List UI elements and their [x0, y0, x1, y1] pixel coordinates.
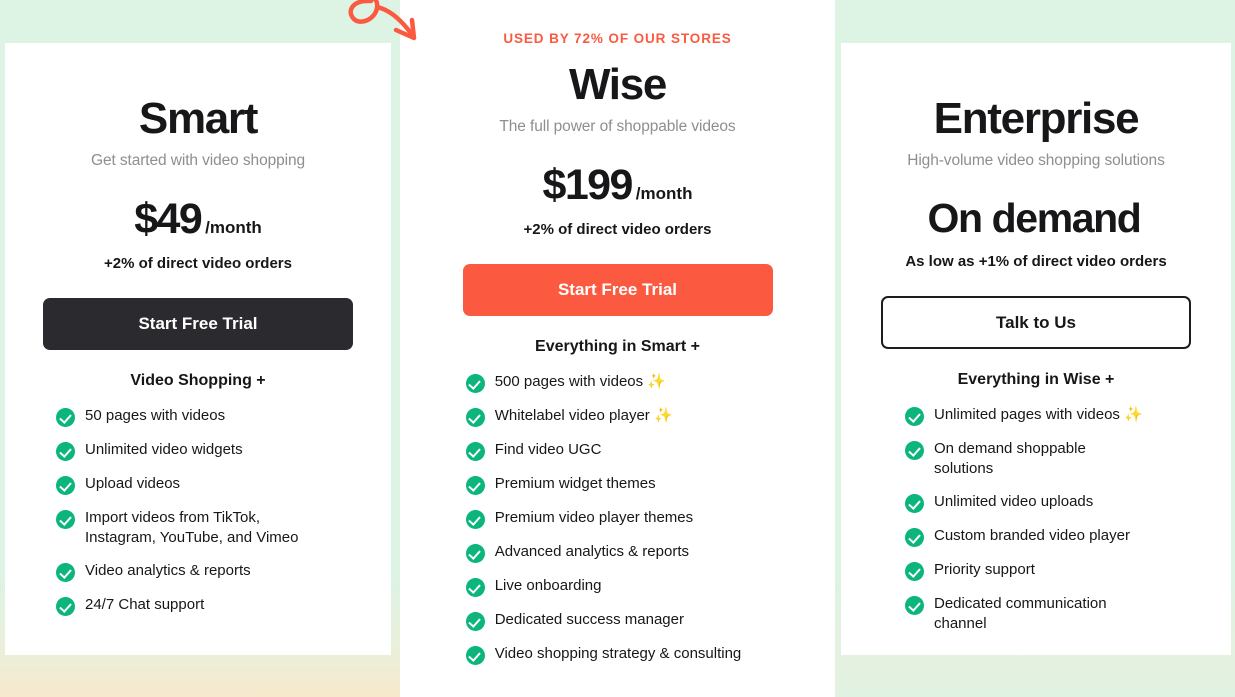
feature-label: Unlimited video uploads [934, 492, 1094, 510]
check-icon [465, 442, 485, 462]
check-icon [465, 476, 485, 496]
check-icon [56, 510, 75, 530]
feature-label: Premium widget themes [494, 475, 656, 493]
check-icon [905, 441, 924, 461]
features-list: 500 pages with videos ✨ Whitelabel video… [465, 372, 742, 678]
feature-item: Find video UGC [465, 440, 742, 462]
feature-item: Whitelabel video player ✨ [465, 406, 742, 428]
feature-item: Dedicated success manager [465, 610, 742, 632]
feature-item: Unlimited pages with videos ✨ [905, 405, 1149, 427]
feature-label: Unlimited pages with videos ✨ [934, 406, 1143, 424]
plan-name: Enterprise [933, 94, 1140, 143]
popular-badge: USED BY 72% OF OUR STORES [503, 31, 732, 46]
plan-name: Wise [568, 60, 667, 109]
feature-item: Advanced analytics & reports [465, 542, 742, 564]
feature-item: Live onboarding [465, 576, 742, 598]
feature-label: Custom branded video player [934, 526, 1130, 544]
check-icon [56, 562, 75, 582]
pricing-card-wise: USED BY 72% OF OUR STORES Wise The full … [400, 0, 835, 697]
feature-label: Video analytics & reports [85, 561, 251, 579]
feature-label: Dedicated success manager [494, 611, 684, 629]
check-icon [465, 374, 485, 394]
check-icon [465, 646, 485, 666]
check-icon [56, 442, 75, 462]
feature-label: Dedicated communication channel [934, 594, 1107, 632]
plan-price-note: As low as +1% of direct video orders [905, 253, 1167, 271]
features-list: Unlimited pages with videos ✨ On demand … [905, 405, 1149, 646]
check-icon [905, 595, 924, 615]
plan-price: On demand [927, 195, 1142, 242]
feature-item: Upload videos [56, 474, 310, 496]
check-icon [905, 407, 924, 427]
features-heading: Video Shopping + [130, 372, 266, 390]
feature-item: 24/7 Chat support [56, 595, 310, 616]
plan-price-note: +2% of direct video orders [523, 221, 712, 239]
feature-item: Import videos from TikTok, Instagram, Yo… [56, 508, 310, 548]
check-icon [56, 596, 75, 616]
plan-price-period: /month [205, 218, 262, 238]
check-icon [465, 578, 485, 598]
check-icon [905, 493, 924, 513]
check-icon [56, 476, 75, 496]
feature-label: Whitelabel video player ✨ [494, 407, 673, 425]
feature-label: On demand shoppable solutions [934, 440, 1086, 477]
feature-label: Upload videos [85, 475, 181, 493]
plan-subtitle: Get started with video shopping [90, 152, 306, 170]
feature-item: Unlimited video uploads [905, 492, 1149, 513]
plan-price-row: $49 /month [5, 195, 391, 244]
features-heading: Everything in Smart + [535, 338, 700, 356]
check-icon [905, 561, 924, 581]
feature-item: Priority support [905, 560, 1149, 581]
feature-item: Video analytics & reports [56, 561, 310, 582]
plan-name: Smart [138, 94, 259, 143]
feature-item: 50 pages with videos [56, 406, 310, 428]
talk-to-us-button[interactable]: Talk to Us [881, 296, 1191, 350]
check-icon [465, 408, 485, 428]
check-icon [465, 510, 485, 530]
feature-label: Live onboarding [494, 577, 602, 595]
feature-label: Advanced analytics & reports [494, 543, 689, 561]
feature-item: Premium video player themes [465, 508, 742, 530]
start-free-trial-button[interactable]: Start Free Trial [43, 298, 353, 351]
feature-item: Dedicated communication channel [905, 594, 1149, 634]
plan-price-period: /month [635, 184, 693, 204]
feature-label: Priority support [934, 560, 1035, 578]
pricing-card-enterprise: Enterprise High-volume video shopping so… [841, 43, 1231, 655]
plan-price-note: +2% of direct video orders [104, 255, 292, 273]
start-free-trial-button[interactable]: Start Free Trial [462, 264, 773, 317]
feature-label: 500 pages with videos ✨ [494, 373, 666, 391]
plan-subtitle: High-volume video shopping solutions [907, 152, 1165, 170]
feature-label: Unlimited video widgets [85, 441, 243, 459]
feature-item: Video shopping strategy & consulting [465, 644, 742, 666]
feature-label: Import videos from TikTok, Instagram, Yo… [85, 509, 299, 546]
feature-item: Premium widget themes [465, 474, 742, 496]
feature-item: Unlimited video widgets [56, 440, 310, 462]
check-icon [465, 544, 485, 564]
feature-item: 500 pages with videos ✨ [465, 372, 742, 394]
plan-price-row: $199 /month [400, 161, 835, 210]
feature-label: Video shopping strategy & consulting [494, 645, 742, 663]
plan-price: $199 [542, 161, 634, 210]
feature-item: On demand shoppable solutions [905, 439, 1149, 479]
plan-price: $49 [134, 195, 203, 244]
plan-price-row: On demand [841, 195, 1231, 242]
check-icon [905, 527, 924, 547]
feature-label: Premium video player themes [494, 509, 694, 527]
check-icon [465, 612, 485, 632]
pricing-card-smart: Smart Get started with video shopping $4… [5, 43, 391, 655]
features-heading: Everything in Wise + [957, 371, 1115, 389]
feature-label: 24/7 Chat support [85, 595, 205, 613]
plan-subtitle: The full power of shoppable videos [499, 118, 736, 136]
feature-item: Custom branded video player [905, 526, 1149, 547]
feature-label: 50 pages with videos [85, 407, 226, 425]
check-icon [56, 408, 75, 428]
features-list: 50 pages with videos Unlimited video wid… [56, 406, 310, 629]
feature-label: Find video UGC [494, 441, 602, 459]
